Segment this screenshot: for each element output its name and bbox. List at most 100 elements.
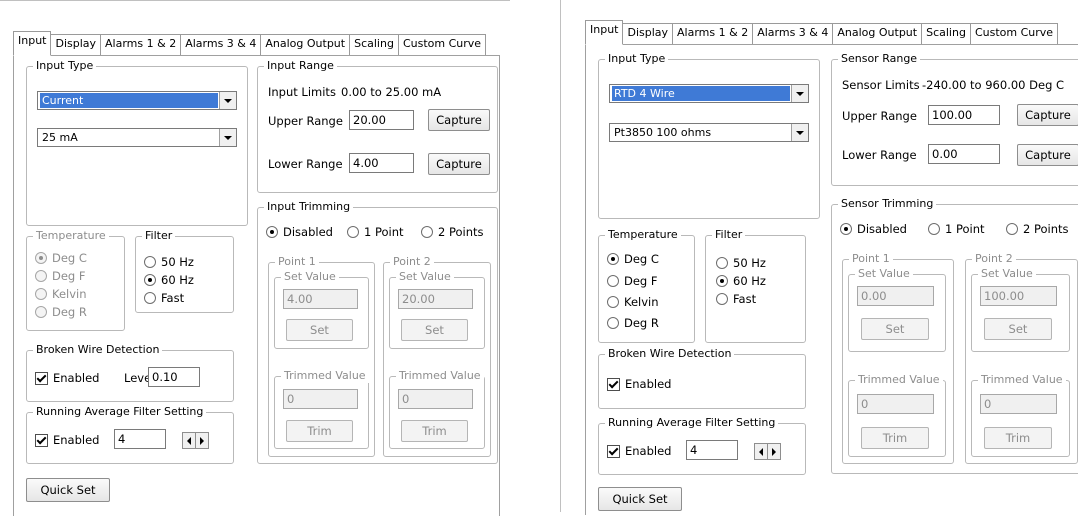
broken-wire-enabled-checkbox[interactable]: Enabled [35,371,99,385]
radio-deg-f[interactable]: Deg F [35,269,86,283]
select-value: RTD 4 Wire [612,86,790,101]
group-label: Trimmed Value [855,373,943,387]
trimmed-value-input[interactable]: 0 [398,389,473,409]
lower-range-input[interactable]: 4.00 [349,153,414,173]
set-value-input[interactable]: 4.00 [283,289,358,309]
trimmed-value-input[interactable]: 0 [857,394,934,414]
radio-fast[interactable]: Fast [716,292,756,306]
tab-alarms-1-2[interactable]: Alarms 1 & 2 [672,23,754,44]
sensor-range-group: Sensor Range Sensor Limits -240.00 to 96… [831,52,1078,186]
tab-custom-curve[interactable]: Custom Curve [397,34,487,55]
arrow-right-icon [200,436,204,445]
radio-trim-2-points[interactable]: 2 Points [421,225,484,239]
trim-button[interactable]: Trim [984,427,1052,449]
radio-icon [716,275,728,287]
trim-button[interactable]: Trim [286,420,353,442]
dropdown-button[interactable] [791,85,808,102]
radio-trim-disabled[interactable]: Disabled [266,225,333,239]
tab-custom-curve[interactable]: Custom Curve [969,23,1059,44]
radio-deg-c[interactable]: Deg C [35,251,87,265]
arrow-left-icon [759,447,763,456]
dropdown-button[interactable] [791,124,808,141]
level-input[interactable]: 0.10 [148,367,200,387]
radio-deg-r[interactable]: Deg R [607,316,659,330]
spin-left-button[interactable] [754,443,768,460]
quick-set-button[interactable]: Quick Set [26,478,110,502]
group-label: Input Type [605,52,669,66]
running-average-group: Running Average Filter Setting Enabled 4 [26,405,234,464]
set-value-input[interactable]: 20.00 [398,289,473,309]
radio-60hz[interactable]: 60 Hz [144,273,194,287]
input-range-group: Input Range Input Limits 0.00 to 25.00 m… [257,59,498,193]
tab-scaling[interactable]: Scaling [921,23,971,44]
radio-icon [716,293,728,305]
radio-icon [347,226,359,238]
tab-input[interactable]: Input [13,31,52,56]
spin-left-button[interactable] [182,432,196,449]
trimmed-value-input[interactable]: 0 [980,394,1057,414]
radio-50hz[interactable]: 50 Hz [716,256,766,270]
running-average-input[interactable]: 4 [114,429,166,449]
trim-button[interactable]: Trim [861,427,929,449]
spin-right-button[interactable] [195,432,209,449]
broken-wire-enabled-checkbox[interactable]: Enabled [607,377,671,391]
input-subtype-select[interactable]: Pt3850 100 ohms [609,123,809,142]
running-average-spinner[interactable] [754,443,781,460]
running-average-enabled-checkbox[interactable]: Enabled [607,444,671,458]
set-value-input[interactable]: 0.00 [857,286,934,306]
trim-button[interactable]: Trim [401,420,468,442]
set-button[interactable]: Set [401,319,468,341]
radio-deg-f[interactable]: Deg F [607,274,658,288]
radio-60hz[interactable]: 60 Hz [716,274,766,288]
radio-trim-2-points[interactable]: 2 Points [1006,222,1069,236]
capture-upper-button[interactable]: Capture [1017,104,1078,126]
radio-fast[interactable]: Fast [144,291,184,305]
radio-trim-1-point[interactable]: 1 Point [347,225,404,239]
radio-icon [607,317,619,329]
radio-label: Deg F [52,269,86,283]
upper-range-input[interactable]: 20.00 [349,110,414,130]
tab-analog-output[interactable]: Analog Output [832,23,923,44]
running-average-spinner[interactable] [182,432,209,449]
set-button[interactable]: Set [984,318,1052,340]
capture-lower-button[interactable]: Capture [428,153,490,175]
quick-set-button[interactable]: Quick Set [598,487,682,511]
limits-value: -240.00 to 960.00 Deg C [922,78,1065,92]
input-type-select[interactable]: Current [37,91,237,110]
checkbox-label: Enabled [53,433,100,447]
radio-kelvin[interactable]: Kelvin [607,295,659,309]
tab-alarms-1-2[interactable]: Alarms 1 & 2 [100,34,182,55]
capture-lower-button[interactable]: Capture [1017,144,1078,166]
running-average-input[interactable]: 4 [686,440,738,460]
radio-50hz[interactable]: 50 Hz [144,255,194,269]
radio-trim-1-point[interactable]: 1 Point [928,222,985,236]
running-average-enabled-checkbox[interactable]: Enabled [35,433,99,447]
input-subtype-select[interactable]: 25 mA [37,128,237,147]
tab-input[interactable]: Input [585,20,624,45]
trimmed-value-input[interactable]: 0 [283,389,358,409]
dropdown-button[interactable] [219,92,236,109]
tab-display[interactable]: Display [50,34,102,55]
tab-alarms-3-4[interactable]: Alarms 3 & 4 [752,23,834,44]
set-button[interactable]: Set [286,319,353,341]
capture-upper-button[interactable]: Capture [428,109,490,131]
tab-alarms-3-4[interactable]: Alarms 3 & 4 [180,34,262,55]
radio-deg-r[interactable]: Deg R [35,305,87,319]
lower-range-label: Lower Range [842,148,917,162]
dropdown-button[interactable] [219,129,236,146]
tab-analog-output[interactable]: Analog Output [260,34,351,55]
select-value: 25 mA [42,131,78,144]
radio-deg-c[interactable]: Deg C [607,252,659,266]
input-trimming-group: Input Trimming Disabled 1 Point 2 Points… [257,200,498,464]
tab-display[interactable]: Display [622,23,674,44]
set-value-input[interactable]: 100.00 [980,286,1057,306]
input-type-select[interactable]: RTD 4 Wire [609,84,809,103]
radio-kelvin[interactable]: Kelvin [35,287,87,301]
upper-range-input[interactable]: 100.00 [928,105,1000,125]
lower-range-input[interactable]: 0.00 [928,144,1000,164]
tab-page-input: Input Type Current 25 mA Input Range Inp… [13,55,500,516]
spin-right-button[interactable] [767,443,781,460]
radio-trim-disabled[interactable]: Disabled [840,222,907,236]
tab-scaling[interactable]: Scaling [349,34,399,55]
set-button[interactable]: Set [861,318,929,340]
